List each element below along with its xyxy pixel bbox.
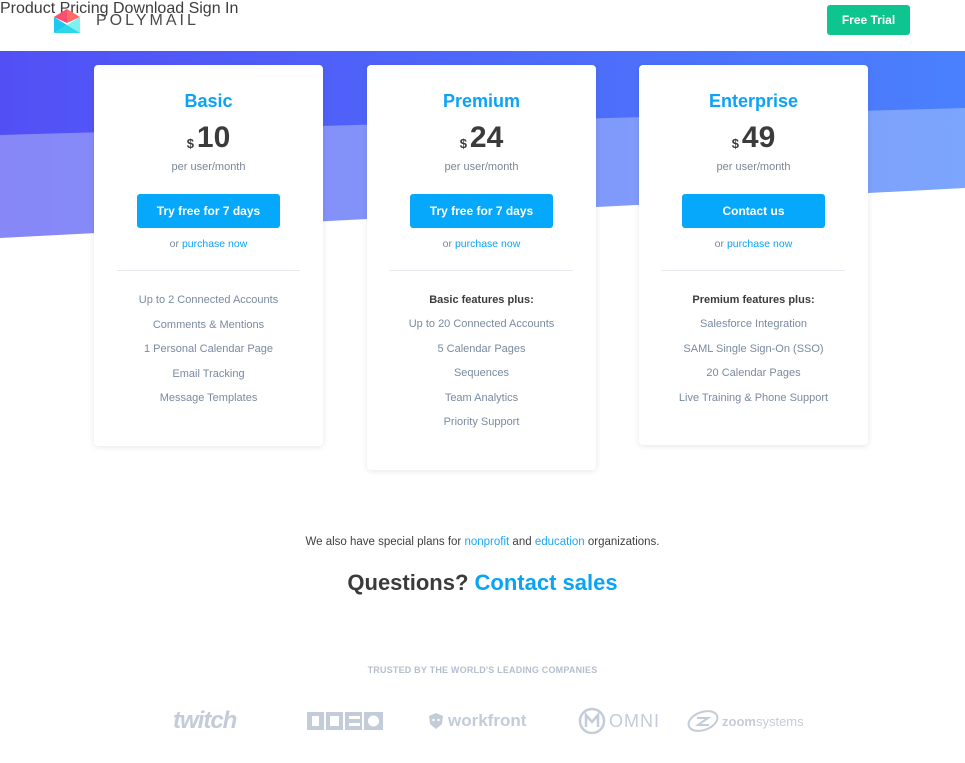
price-period: per user/month xyxy=(716,161,791,173)
feature-item: SAML Single Sign-On (SSO) xyxy=(683,342,824,355)
omni-logo-text: OMNI xyxy=(609,710,660,731)
feature-item: Message Templates xyxy=(159,392,258,404)
or-text: or xyxy=(714,238,725,250)
feature-list: Up to 2 Connected Accounts Comments & Me… xyxy=(94,293,323,446)
special-prefix: We also have special plans for xyxy=(305,536,462,548)
try-free-button[interactable]: Try free for 7 days xyxy=(137,194,280,228)
purchase-now-link[interactable]: purchase now xyxy=(182,238,247,250)
feature-list: Basic features plus: Up to 20 Connected … xyxy=(367,293,596,470)
contact-us-button[interactable]: Contact us xyxy=(682,194,825,228)
special-mid: and xyxy=(512,536,532,548)
currency-symbol: $ xyxy=(459,136,467,151)
features-heading: Premium features plus: xyxy=(692,294,815,306)
workfront-logo-text: workfront xyxy=(448,711,527,730)
special-plans-note: We also have special plans for nonprofit… xyxy=(0,536,965,548)
plan-card-enterprise: Enterprise $ 49 per user/month Contact u… xyxy=(639,65,868,445)
brand-name: POLYMAIL xyxy=(96,12,199,29)
purchase-line: or purchase now xyxy=(367,238,596,250)
polymail-envelope-icon xyxy=(54,9,80,33)
features-heading: Basic features plus: xyxy=(429,294,534,306)
feature-list: Premium features plus: Salesforce Integr… xyxy=(639,293,868,445)
omni-logo: OMNI xyxy=(578,705,660,737)
feature-item: Team Analytics xyxy=(444,391,519,404)
plan-price: $ 24 xyxy=(367,123,596,153)
nonprofit-link[interactable]: nonprofit xyxy=(464,536,509,548)
systems-text: systems xyxy=(755,713,804,729)
trusted-heading: TRUSTED BY THE WORLD'S LEADING COMPANIES xyxy=(367,665,598,675)
price-amount: 24 xyxy=(469,121,504,154)
feature-item: 5 Calendar Pages xyxy=(437,342,526,355)
plan-price: $ 49 xyxy=(639,123,868,153)
brand-logo[interactable]: POLYMAIL xyxy=(54,9,199,33)
currency-symbol: $ xyxy=(731,136,739,151)
feature-item: Live Training & Phone Support xyxy=(678,391,829,404)
plan-name: Basic xyxy=(184,91,233,111)
ideo-logo-icon xyxy=(307,712,383,730)
feature-item: Up to 20 Connected Accounts xyxy=(408,318,555,330)
questions-text: Questions? xyxy=(347,570,469,595)
lion-icon xyxy=(429,713,443,729)
feature-item: 20 Calendar Pages xyxy=(706,367,801,379)
education-link[interactable]: education xyxy=(535,536,585,548)
try-free-button[interactable]: Try free for 7 days xyxy=(410,194,553,228)
feature-item: Priority Support xyxy=(443,416,520,428)
zoom-text: zoom xyxy=(722,713,756,729)
questions-heading: Questions? Contact sales xyxy=(0,570,965,596)
plan-card-basic: Basic $ 10 per user/month Try free for 7… xyxy=(94,65,323,446)
feature-item: Sequences xyxy=(453,367,510,379)
divider xyxy=(390,270,573,271)
currency-symbol: $ xyxy=(186,136,194,151)
divider xyxy=(662,270,845,271)
feature-item: Email Tracking xyxy=(172,367,245,380)
top-navigation: POLYMAIL Product Pricing Download Sign I… xyxy=(0,0,965,51)
purchase-line: or purchase now xyxy=(94,238,323,250)
or-text: or xyxy=(169,238,180,250)
feature-item: Comments & Mentions xyxy=(152,318,265,331)
contact-sales-link[interactable]: Contact sales xyxy=(475,570,618,595)
feature-item: Up to 2 Connected Accounts xyxy=(138,294,279,306)
price-period: per user/month xyxy=(444,161,519,173)
zoom-swoosh-icon xyxy=(687,710,719,732)
workfront-logo: workfront xyxy=(427,710,526,732)
price-period: per user/month xyxy=(171,161,246,173)
zoomsystems-logo: zoom systems xyxy=(686,708,804,734)
purchase-line: or purchase now xyxy=(639,238,868,250)
feature-item: 1 Personal Calendar Page xyxy=(143,343,274,355)
twitch-logo-text: twitch xyxy=(173,707,237,734)
plan-name: Premium xyxy=(442,91,521,111)
plan-name: Enterprise xyxy=(708,91,799,111)
special-suffix: organizations. xyxy=(587,536,660,548)
divider xyxy=(117,270,300,271)
or-text: or xyxy=(442,238,453,250)
price-amount: 49 xyxy=(741,121,776,154)
plan-price: $ 10 xyxy=(94,123,323,153)
purchase-now-link[interactable]: purchase now xyxy=(727,238,792,250)
purchase-now-link[interactable]: purchase now xyxy=(455,238,520,250)
twitch-logo: twitch xyxy=(173,706,237,736)
free-trial-button[interactable]: Free Trial xyxy=(827,5,910,35)
plan-card-premium: Premium $ 24 per user/month Try free for… xyxy=(367,65,596,470)
feature-item: Salesforce Integration xyxy=(699,318,807,330)
price-amount: 10 xyxy=(196,121,231,154)
ideo-logo xyxy=(307,711,383,731)
nav-product[interactable]: Product xyxy=(0,0,55,17)
omni-m-icon xyxy=(578,707,606,735)
